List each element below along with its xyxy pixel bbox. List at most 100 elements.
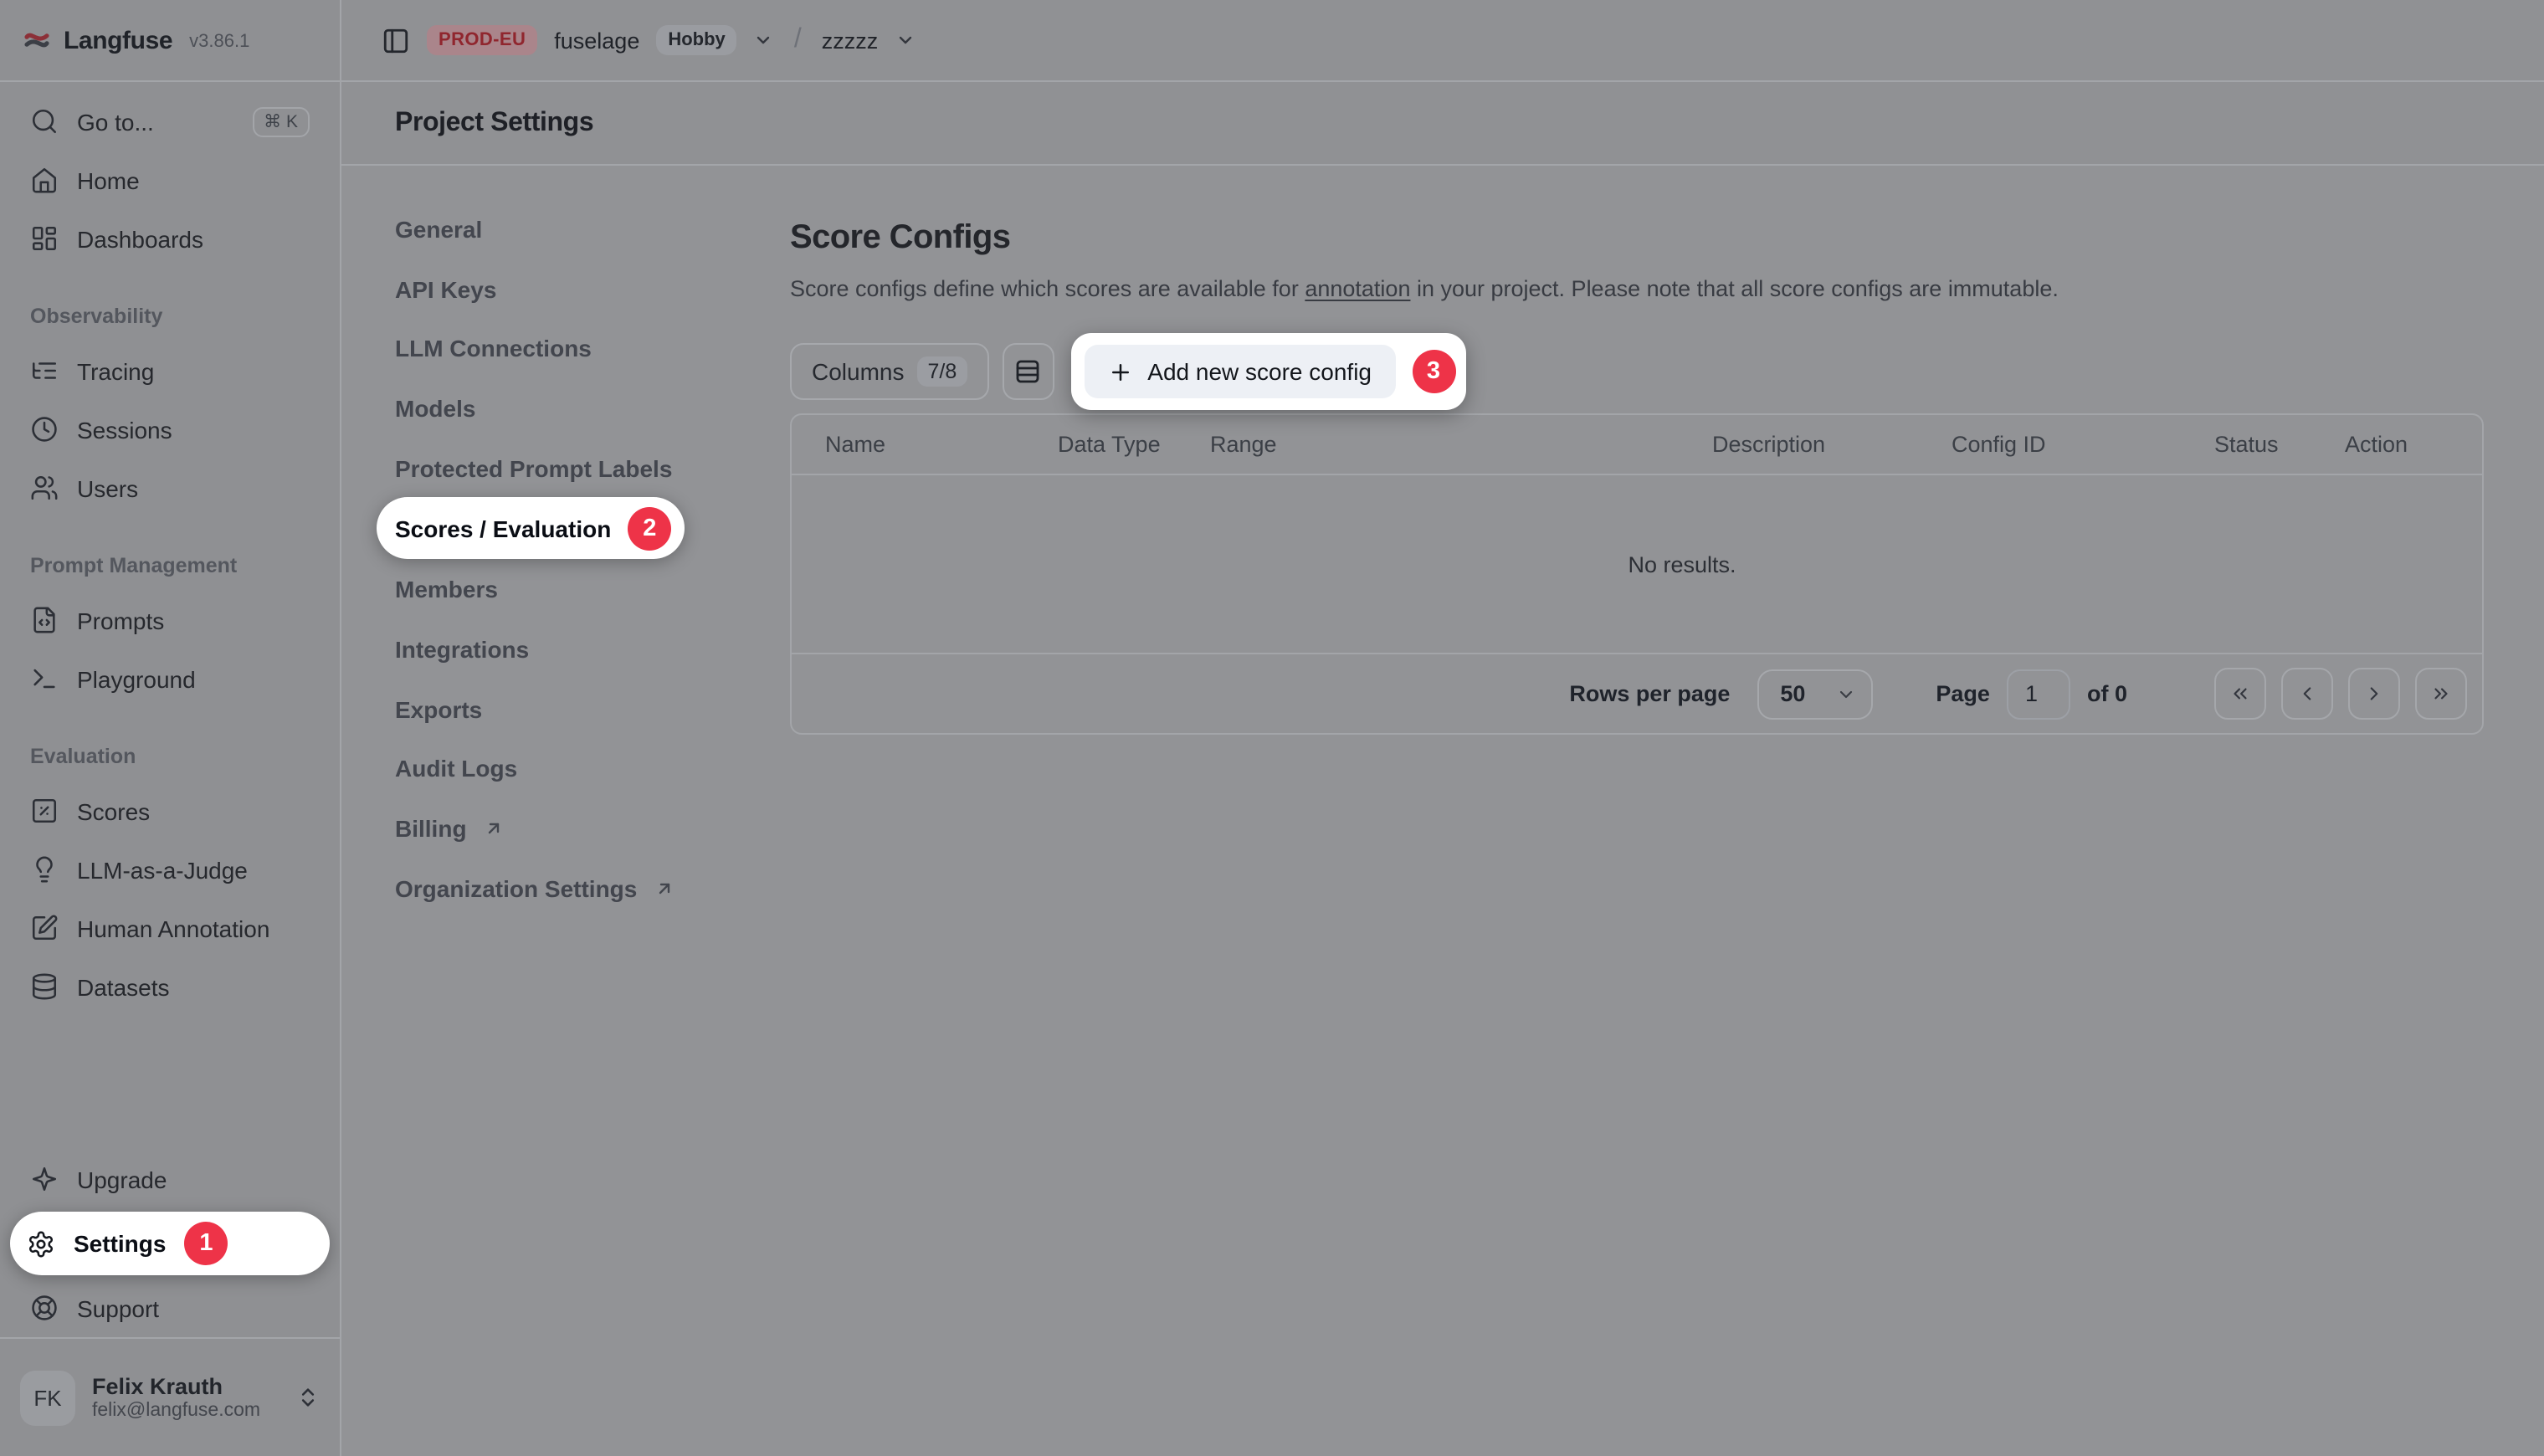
- sidebar-item-datasets[interactable]: Datasets: [17, 957, 323, 1016]
- sidebar-item-label: Home: [77, 167, 140, 193]
- page-title: Project Settings: [395, 108, 593, 138]
- columns-button[interactable]: Columns 7/8: [790, 343, 988, 400]
- page-count-label: of 0: [2087, 681, 2127, 706]
- settings-nav-label: Billing: [395, 815, 467, 842]
- settings-nav-organization-settings[interactable]: Organization Settings: [395, 863, 790, 913]
- rows-per-page-value: 50: [1780, 681, 1805, 706]
- goto-label: Go to...: [77, 108, 154, 135]
- sidebar-nav: Go to... ⌘ K Home Dashboards Observabili…: [0, 82, 340, 1337]
- goto-search-button[interactable]: Go to... ⌘ K: [17, 92, 323, 151]
- sidebar-item-sessions[interactable]: Sessions: [17, 400, 323, 459]
- settings-nav-general[interactable]: General: [395, 204, 790, 254]
- sidebar-item-label: Prompts: [77, 607, 164, 633]
- sidebar-item-users[interactable]: Users: [17, 459, 323, 517]
- sidebar-item-label: Upgrade: [77, 1166, 167, 1192]
- empty-text: No results.: [1628, 551, 1736, 577]
- settings-nav-billing[interactable]: Billing: [395, 803, 790, 854]
- sidebar-item-prompts[interactable]: Prompts: [17, 591, 323, 649]
- external-link-icon: [654, 878, 674, 898]
- settings-nav: General API Keys LLM Connections Models …: [395, 166, 790, 1456]
- terminal-icon: [30, 664, 59, 693]
- column-header-range: Range: [1210, 432, 1712, 457]
- next-page-button[interactable]: [2348, 668, 2400, 720]
- settings-nav-scores-evaluation[interactable]: Scores / Evaluation 2: [377, 498, 685, 560]
- project-name[interactable]: zzzzz: [822, 28, 879, 53]
- avatar: FK: [20, 1370, 75, 1425]
- sidebar-item-llm-as-a-judge[interactable]: LLM-as-a-Judge: [17, 840, 323, 899]
- column-header-name: Name: [825, 432, 1058, 457]
- topbar: PROD-EU fuselage Hobby / zzzzz: [341, 0, 2544, 82]
- column-header-config-id: Config ID: [1952, 432, 2214, 457]
- previous-page-button[interactable]: [2281, 668, 2333, 720]
- column-header-description: Description: [1712, 432, 1952, 457]
- sidebar-item-playground[interactable]: Playground: [17, 649, 323, 708]
- sidebar-section-evaluation: Evaluation: [17, 731, 323, 782]
- add-config-highlight-card: Add new score config 3: [1070, 333, 1465, 410]
- settings-nav-llm-connections[interactable]: LLM Connections: [395, 324, 790, 374]
- section-heading: Score Configs: [790, 221, 2544, 256]
- sidebar-item-scores[interactable]: Scores: [17, 782, 323, 840]
- sidebar-item-dashboards[interactable]: Dashboards: [17, 209, 323, 268]
- sidebar-item-tracing[interactable]: Tracing: [17, 341, 323, 400]
- database-icon: [30, 972, 59, 1001]
- sidebar-item-human-annotation[interactable]: Human Annotation: [17, 899, 323, 957]
- sidebar: Langfuse v3.86.1 Go to... ⌘ K Home: [0, 0, 341, 1456]
- table-empty-state: No results.: [792, 475, 2482, 654]
- sidebar-item-label: Settings: [74, 1230, 166, 1257]
- sidebar-item-label: Users: [77, 474, 138, 501]
- settings-nav-models[interactable]: Models: [395, 383, 790, 433]
- org-switcher[interactable]: [754, 30, 774, 50]
- column-header-data-type: Data Type: [1058, 432, 1210, 457]
- settings-nav-exports[interactable]: Exports: [395, 684, 790, 734]
- lifebuoy-icon: [30, 1294, 59, 1322]
- project-switcher[interactable]: [895, 30, 915, 50]
- sparkle-icon: [30, 1165, 59, 1193]
- row-height-button[interactable]: [1002, 343, 1054, 400]
- search-icon: [30, 107, 59, 136]
- app-name: Langfuse: [64, 26, 172, 54]
- sidebar-item-label: Human Annotation: [77, 915, 269, 941]
- columns-count-badge: 7/8: [918, 356, 967, 387]
- sidebar-item-label: Tracing: [77, 357, 154, 384]
- annotation-link[interactable]: annotation: [1305, 276, 1410, 301]
- settings-nav-protected-prompt-labels[interactable]: Protected Prompt Labels: [395, 443, 790, 494]
- pagination-buttons: [2214, 668, 2467, 720]
- percent-square-icon: [30, 797, 59, 825]
- section-description: Score configs define which scores are av…: [790, 274, 2544, 303]
- settings-nav-audit-logs[interactable]: Audit Logs: [395, 743, 790, 793]
- external-link-icon: [484, 818, 504, 838]
- environment-badge: PROD-EU: [427, 25, 537, 55]
- last-page-button[interactable]: [2415, 668, 2467, 720]
- settings-nav-members[interactable]: Members: [395, 564, 790, 614]
- org-name[interactable]: fuselage: [554, 28, 639, 53]
- layout-dashboard-icon: [30, 224, 59, 253]
- sidebar-item-home[interactable]: Home: [17, 151, 323, 209]
- page-label: Page: [1936, 681, 1990, 706]
- column-header-action: Action: [2345, 432, 2482, 457]
- add-score-config-button[interactable]: Add new score config: [1084, 345, 1395, 398]
- description-text: Score configs define which scores are av…: [790, 276, 1305, 301]
- square-pen-icon: [30, 914, 59, 942]
- score-configs-table: Name Data Type Range Description Config …: [790, 413, 2484, 735]
- page-number-input[interactable]: [2007, 669, 2070, 719]
- rows-per-page-select[interactable]: 50: [1757, 669, 1872, 719]
- sidebar-item-settings[interactable]: Settings 1: [10, 1212, 330, 1275]
- settings-nav-api-keys[interactable]: API Keys: [395, 264, 790, 314]
- panel-left-toggle[interactable]: [382, 26, 410, 54]
- rows-per-page-label: Rows per page: [1569, 681, 1730, 706]
- sidebar-item-label: Scores: [77, 797, 150, 824]
- user-menu[interactable]: FK Felix Krauth felix@langfuse.com: [0, 1337, 340, 1456]
- settings-nav-label: Scores / Evaluation: [395, 515, 611, 542]
- table-toolbar: Columns 7/8 Add new score con: [790, 343, 2544, 400]
- plus-icon: [1107, 359, 1132, 384]
- sidebar-item-label: Sessions: [77, 416, 172, 443]
- sidebar-item-upgrade[interactable]: Upgrade: [17, 1150, 323, 1208]
- table-pagination: Rows per page 50 Page of 0: [792, 654, 2482, 733]
- clock-icon: [30, 415, 59, 443]
- first-page-button[interactable]: [2214, 668, 2266, 720]
- table-header-row: Name Data Type Range Description Config …: [792, 415, 2482, 475]
- column-header-status: Status: [2214, 432, 2345, 457]
- sidebar-item-support[interactable]: Support: [17, 1279, 323, 1337]
- settings-nav-integrations[interactable]: Integrations: [395, 624, 790, 674]
- chevron-down-icon: [1835, 684, 1855, 704]
